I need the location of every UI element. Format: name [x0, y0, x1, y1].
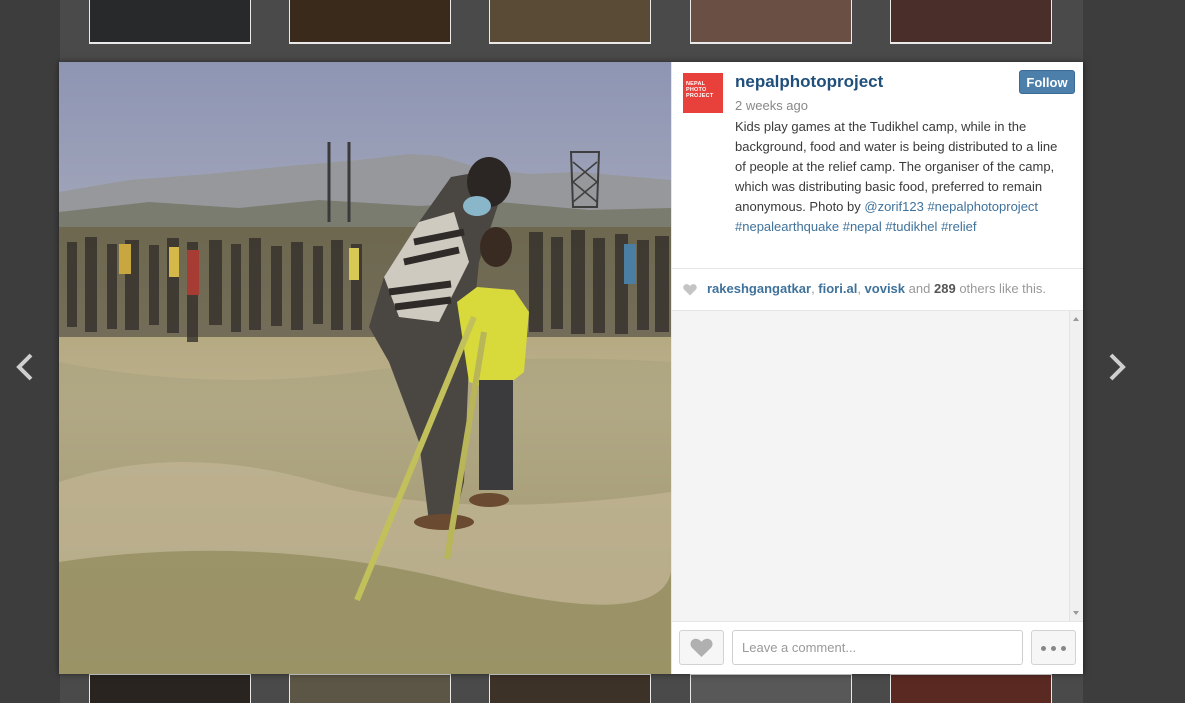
previous-post-button[interactable]	[10, 350, 40, 384]
post-modal: NEPAL PHOTO PROJECT nepalphotoproject 2 …	[59, 62, 1083, 674]
comments-scrollbar[interactable]	[1069, 311, 1083, 621]
heart-icon	[683, 284, 697, 296]
hashtag-link[interactable]: #nepal	[843, 219, 882, 234]
ellipsis-icon	[1051, 646, 1056, 651]
likes-suffix: others like this.	[959, 281, 1047, 296]
background-thumbnail[interactable]	[890, 673, 1052, 703]
hashtag-link[interactable]: #relief	[941, 219, 976, 234]
next-post-button[interactable]	[1102, 350, 1132, 384]
post-header: NEPAL PHOTO PROJECT nepalphotoproject 2 …	[672, 62, 1083, 269]
hashtag-link[interactable]: #nepalearthquake	[735, 219, 839, 234]
background-thumbnail[interactable]	[690, 0, 852, 44]
liker-link[interactable]: vovisk	[865, 281, 905, 296]
background-thumbnail[interactable]	[89, 673, 251, 703]
chevron-right-icon	[1109, 353, 1126, 381]
background-thumbnail[interactable]	[289, 673, 451, 703]
comment-footer	[672, 621, 1083, 674]
post-sidebar: NEPAL PHOTO PROJECT nepalphotoproject 2 …	[671, 62, 1083, 674]
mention-link[interactable]: @zorif123	[864, 199, 923, 214]
post-timestamp: 2 weeks ago	[735, 98, 808, 113]
photo-illustration	[59, 62, 671, 674]
comment-input[interactable]	[732, 630, 1023, 665]
avatar[interactable]: NEPAL PHOTO PROJECT	[683, 73, 723, 113]
username-link[interactable]: nepalphotoproject	[735, 72, 883, 92]
background-thumbnail[interactable]	[690, 673, 852, 703]
comments-area[interactable]	[672, 311, 1083, 621]
ellipsis-icon	[1061, 646, 1066, 651]
follow-button[interactable]: Follow	[1019, 70, 1075, 94]
background-thumbnail[interactable]	[89, 0, 251, 44]
chevron-left-icon	[16, 353, 33, 381]
liker-link[interactable]: fiori.al	[818, 281, 857, 296]
ellipsis-icon	[1041, 646, 1046, 651]
likes-count: 289	[933, 281, 956, 296]
like-button[interactable]	[679, 630, 724, 665]
likes-and: and	[908, 281, 931, 296]
post-photo[interactable]	[59, 62, 671, 674]
likes-summary: rakeshgangatkar, fiori.al, vovisk and 28…	[672, 269, 1083, 311]
background-thumbnail[interactable]	[489, 0, 651, 44]
hashtag-link[interactable]: #tudikhel	[885, 219, 937, 234]
more-options-button[interactable]	[1031, 630, 1076, 665]
heart-icon	[690, 638, 713, 657]
hashtag-link[interactable]: #nepalphotoproject	[927, 199, 1038, 214]
background-thumbnail[interactable]	[890, 0, 1052, 44]
scroll-down-icon[interactable]	[1073, 611, 1079, 615]
background-thumbnail[interactable]	[289, 0, 451, 44]
background-thumbnail[interactable]	[489, 673, 651, 703]
liker-link[interactable]: rakeshgangatkar	[707, 281, 811, 296]
scroll-up-icon[interactable]	[1073, 317, 1079, 321]
post-caption: Kids play games at the Tudikhel camp, wh…	[735, 117, 1071, 237]
avatar-text: PROJECT	[686, 93, 714, 99]
